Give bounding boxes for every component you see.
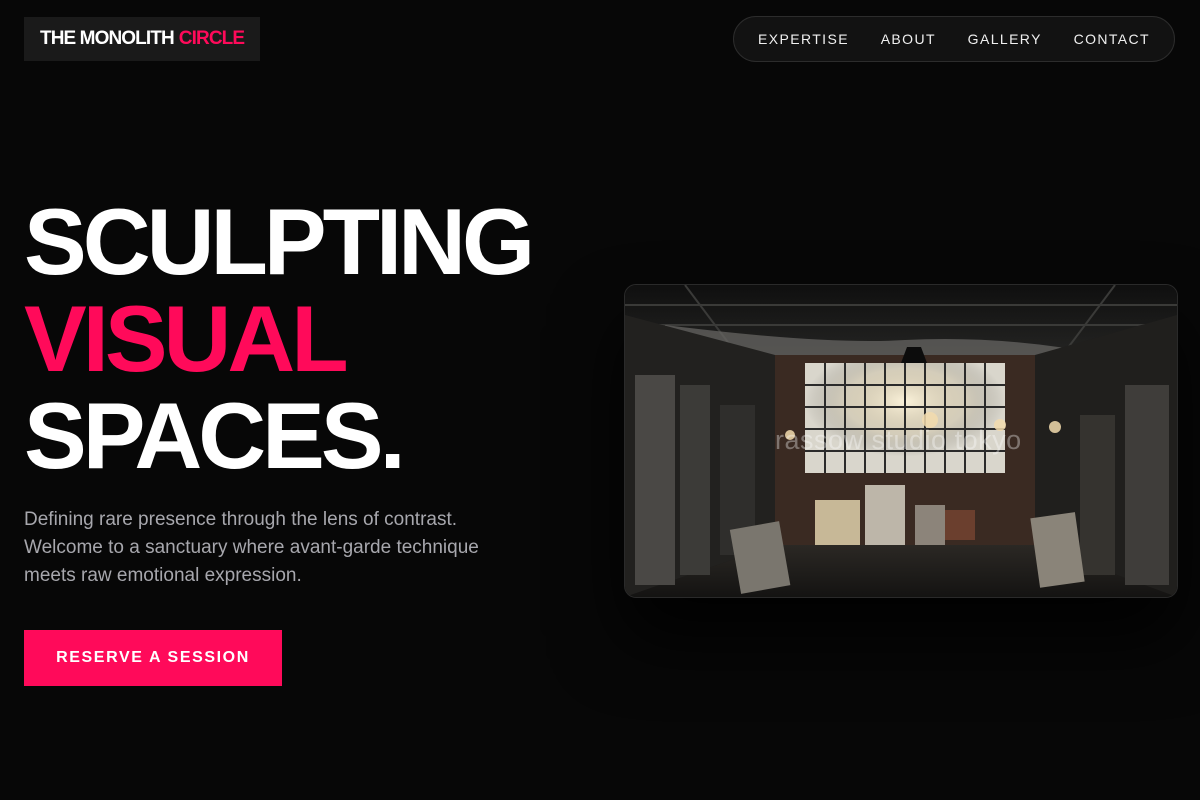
image-watermark: rassow studio tokyo [775,425,1022,455]
hero-headline: SCULPTING VISUAL SPACES. [24,189,535,488]
brand-name-main: THE MONOLITH [40,28,175,49]
nav-item-expertise[interactable]: EXPERTISE [758,31,849,47]
hero-description: Defining rare presence through the lens … [24,509,479,586]
brand-logo[interactable]: THE MONOLITH CIRCLE [24,17,261,61]
headline-line-3: SPACES. [24,383,406,488]
studio-hero-image: rassow studio tokyo [624,284,1178,598]
reserve-session-button[interactable]: RESERVE A SESSION [24,630,282,686]
headline-line-1: SCULPTING [24,189,535,294]
brand-name-accent: CIRCLE [178,28,245,49]
headline-line-2: VISUAL [24,286,349,391]
nav-item-contact[interactable]: CONTACT [1074,31,1150,47]
page: THE MONOLITH CIRCLE EXPERTISE ABOUT GALL… [0,0,1200,800]
nav-item-gallery[interactable]: GALLERY [968,31,1042,47]
main-nav: EXPERTISE ABOUT GALLERY CONTACT [733,16,1175,62]
nav-item-about[interactable]: ABOUT [881,31,936,47]
